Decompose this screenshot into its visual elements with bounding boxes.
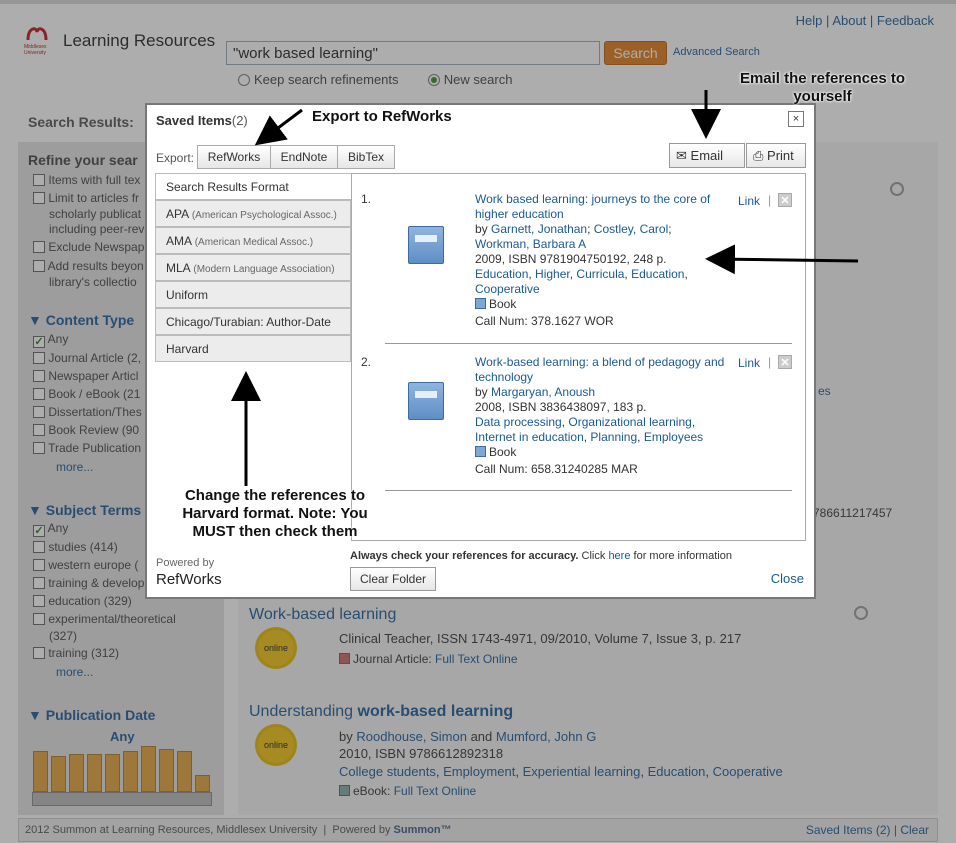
book-cover-icon	[408, 226, 444, 264]
format-ama[interactable]: AMA (American Medical Assoc.)	[155, 227, 351, 254]
refworks-logo: RefWorks	[156, 571, 222, 588]
item-number: 1.	[361, 192, 372, 206]
citation-format-list: Search Results Format APA (American Psyc…	[155, 173, 352, 363]
format-mla[interactable]: MLA (Modern Language Association)	[155, 254, 351, 281]
email-icon: ✉	[676, 148, 687, 163]
export-endnote-button[interactable]: EndNote	[270, 145, 338, 169]
book-cover-icon	[408, 382, 444, 420]
item-link[interactable]: Link	[738, 356, 760, 370]
annotation-email: Email the references to yourself	[739, 70, 906, 105]
item-divider	[385, 343, 792, 344]
close-icon[interactable]: ×	[788, 111, 804, 127]
export-label: Export:	[156, 151, 195, 165]
separator: |	[768, 193, 772, 207]
format-search-results[interactable]: Search Results Format	[155, 173, 352, 200]
annotation-harvard: Change the references to Harvard format.…	[182, 487, 368, 540]
saved-item: Work based learning: journeys to the cor…	[475, 192, 711, 328]
close-link[interactable]: Close	[771, 571, 804, 586]
clear-folder-button[interactable]: Clear Folder	[350, 567, 437, 591]
format-chicago[interactable]: Chicago/Turabian: Author-Date	[155, 308, 351, 335]
email-button[interactable]: ✉ Email	[669, 143, 745, 168]
remove-item-icon[interactable]: ✕	[778, 193, 792, 207]
saved-count: (2)	[231, 113, 248, 128]
export-refworks-button[interactable]: RefWorks	[197, 145, 271, 169]
item-number: 2.	[361, 355, 372, 369]
format-apa[interactable]: APA (American Psychological Assoc.)	[155, 200, 351, 227]
format-harvard[interactable]: Harvard	[155, 335, 351, 362]
print-button[interactable]: ⎙ Print	[746, 143, 806, 168]
dialog-title: Saved Items(2)	[156, 113, 248, 128]
export-bibtex-button[interactable]: BibTex	[337, 145, 395, 169]
format-uniform[interactable]: Uniform	[155, 281, 351, 308]
printer-icon: ⎙	[753, 148, 764, 163]
more-info-link[interactable]: here	[608, 550, 630, 562]
saved-references-panel: 1. Work based learning: journeys to the …	[351, 173, 806, 541]
item-link[interactable]: Link	[738, 194, 760, 208]
book-icon	[475, 446, 486, 457]
saved-item: Work-based learning: a blend of pedagogy…	[475, 355, 725, 476]
book-icon	[475, 298, 486, 309]
powered-by-label: Powered by	[156, 557, 215, 569]
remove-item-icon[interactable]: ✕	[778, 355, 792, 369]
item-title-link[interactable]: Work based learning: journeys to the cor…	[475, 192, 710, 221]
separator: |	[768, 355, 772, 369]
item-title-link[interactable]: Work-based learning: a blend of pedagogy…	[475, 355, 724, 384]
item-divider	[385, 490, 792, 491]
annotation-export: Export to RefWorks	[312, 108, 452, 125]
accuracy-note: Always check your references for accurac…	[350, 550, 732, 562]
